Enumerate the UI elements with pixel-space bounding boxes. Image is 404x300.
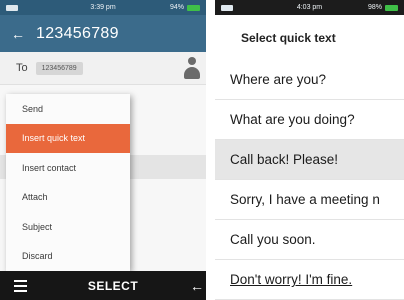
signal-icon — [6, 4, 18, 11]
status-time: 4:03 pm — [296, 4, 323, 11]
menu-item-subject[interactable]: Subject — [6, 212, 130, 242]
menu-item-insert-quick-text[interactable]: Insert quick text — [6, 123, 130, 153]
menu-item-discard[interactable]: Discard — [6, 242, 130, 272]
quick-text-label: Call you soon. — [230, 232, 316, 247]
recipient-row[interactable]: To 123456789 — [0, 52, 206, 85]
quick-text-item[interactable]: What are you doing? — [215, 100, 404, 140]
menu-item-attach[interactable]: Attach — [6, 183, 130, 213]
quick-text-label: Call back! Please! — [230, 152, 339, 167]
quick-text-label: Don't worry! I'm fine. — [230, 272, 353, 287]
battery-icon — [385, 4, 398, 11]
quick-text-item[interactable]: Call back! Please! — [215, 140, 404, 180]
signal-icon — [221, 4, 233, 11]
quick-text-item[interactable]: Call you soon. — [215, 220, 404, 260]
options-menu: Send Insert quick text Insert contact Attac… — [6, 94, 130, 271]
quick-text-label: Sorry, I have a meeting n — [230, 192, 380, 207]
back-arrow-icon[interactable]: ← — [186, 278, 206, 294]
quick-text-label: What are you doing? — [230, 112, 355, 127]
quick-text-label: Where are you? — [230, 72, 327, 87]
status-bar: 4:03 pm 98% — [215, 0, 404, 15]
quick-text-item[interactable]: Sorry, I have a meeting n — [215, 180, 404, 220]
contact-icon[interactable] — [184, 57, 200, 79]
softkey-bar: SELECT ← — [0, 271, 206, 300]
to-label: To — [16, 62, 28, 74]
battery-icon — [187, 4, 201, 11]
screen-divider — [206, 0, 215, 300]
battery-percent: 98% — [367, 4, 382, 11]
recipient-chip[interactable]: 123456789 — [35, 61, 83, 75]
menu-item-insert-contact[interactable]: Insert contact — [6, 153, 130, 183]
battery-percent: 94% — [170, 4, 185, 11]
compose-header: ← 123456789 — [0, 15, 206, 52]
message-compose-screen: 3:39 pm 94% ← 123456789 To 123456789 Sen… — [0, 0, 206, 300]
menu-item-send[interactable]: Send — [6, 94, 130, 124]
menu-icon[interactable] — [0, 279, 40, 292]
select-softkey[interactable]: SELECT — [40, 279, 186, 293]
quick-text-title: Select quick text — [215, 15, 404, 60]
back-arrow-icon[interactable]: ← — [0, 26, 36, 42]
quick-text-item[interactable]: Don't worry! I'm fine. — [215, 260, 404, 300]
status-time: 3:39 pm — [90, 4, 116, 11]
quick-text-list: Where are you? What are you doing? Call ba… — [215, 60, 404, 300]
quick-text-screen: 4:03 pm 98% Select quick text Where are … — [215, 0, 404, 300]
header-title: 123456789 — [36, 24, 119, 42]
status-bar: 3:39 pm 94% — [0, 0, 206, 15]
quick-text-item[interactable]: Where are you? — [215, 60, 404, 100]
